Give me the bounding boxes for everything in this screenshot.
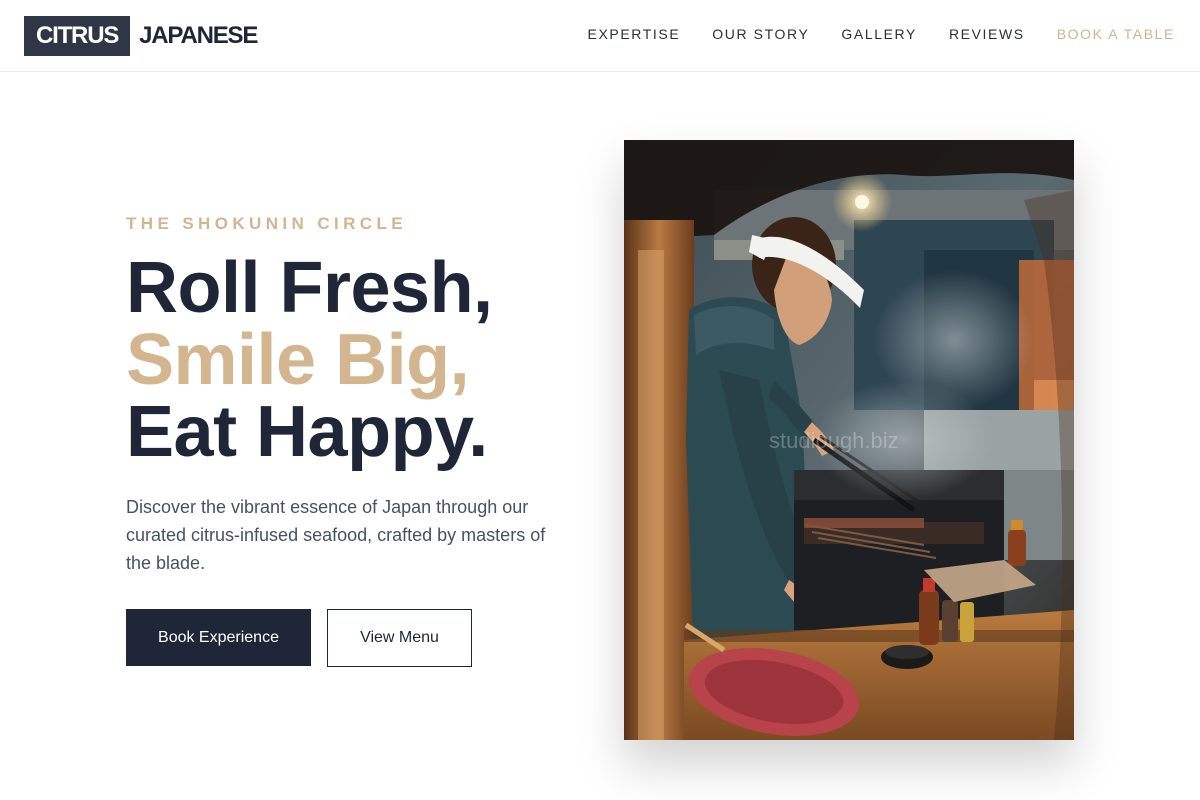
hero-description: Discover the vibrant essence of Japan th… [126,497,546,573]
view-menu-button[interactable]: View Menu [327,609,472,667]
nav-item-book-a-table[interactable]: BOOK A TABLE [1057,25,1175,43]
site-header: CITRUS JAPANESE EXPERTISE OUR STORY GALL… [0,0,1200,72]
book-experience-button[interactable]: Book Experience [126,609,311,666]
hero-photo: studiough.biz [624,140,1074,740]
headline-line-1: Roll Fresh, [126,248,493,328]
nav-item-expertise[interactable]: EXPERTISE [588,25,681,43]
main-nav: EXPERTISE OUR STORY GALLERY REVIEWS BOOK… [556,25,1175,43]
brand-logo[interactable]: CITRUS JAPANESE [24,16,258,56]
headline-line-2: Smile Big, [126,320,470,400]
hero-headline: Roll Fresh, Smile Big, Eat Happy. [126,252,493,468]
chef-grilling-image: studiough.biz [624,140,1074,740]
logo-box: CITRUS [24,16,131,56]
headline-line-3: Eat Happy. [126,392,488,472]
nav-item-reviews[interactable]: REVIEWS [949,25,1025,43]
nav-item-our-story[interactable]: OUR STORY [712,25,809,43]
hero-eyebrow: THE SHOKUNIN CIRCLE [126,214,407,233]
logo-word: JAPANESE [139,22,258,49]
photo-watermark: studiough.biz [769,428,899,453]
nav-item-gallery[interactable]: GALLERY [841,25,917,43]
